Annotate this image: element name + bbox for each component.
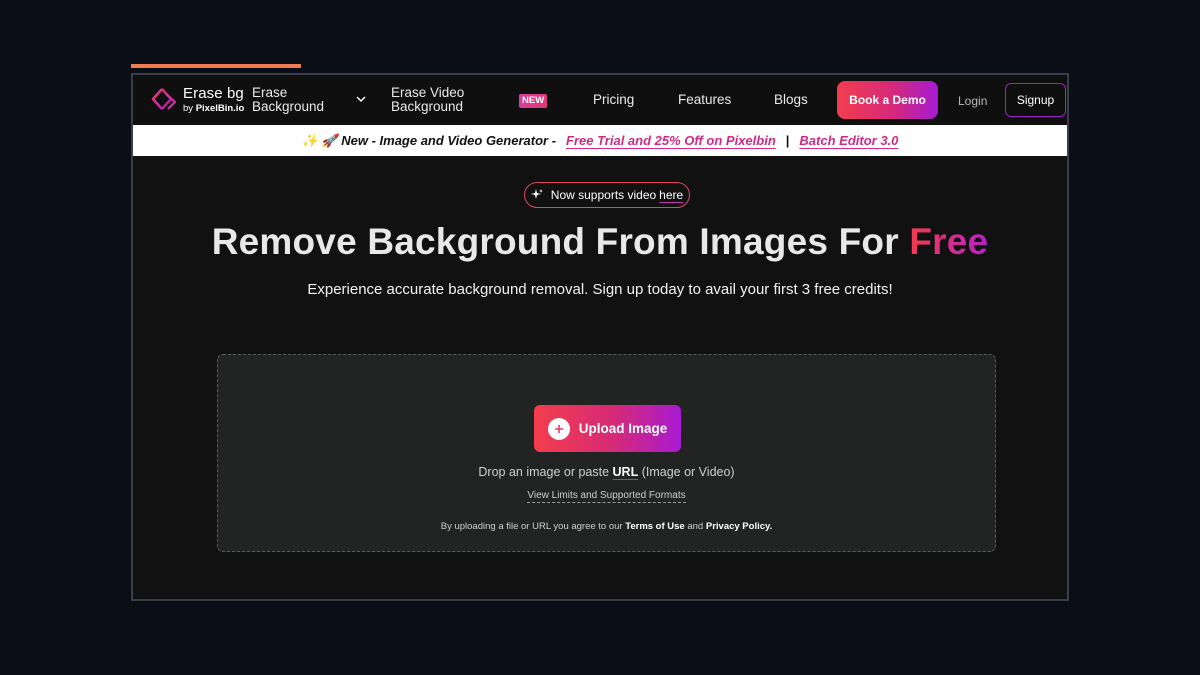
privacy-policy-link[interactable]: Privacy Policy.: [706, 521, 772, 532]
logo-title: Erase bg: [183, 85, 244, 103]
sparkle-icon: [530, 189, 543, 199]
login-link[interactable]: Login: [958, 94, 987, 108]
banner-free-trial-link[interactable]: Free Trial and 25% Off on Pixelbin: [566, 133, 776, 148]
promo-banner: ✨ 🚀 New - Image and Video Generator - Fr…: [133, 125, 1067, 156]
browser-viewport: Erase bg by PixelBin.io Erase Background…: [131, 73, 1069, 601]
erasebg-logo[interactable]: Erase bg by PixelBin.io: [151, 83, 246, 117]
banner-batch-editor-link[interactable]: Batch Editor 3.0: [799, 133, 898, 148]
nav-erase-video-background[interactable]: Erase Video Background: [391, 86, 481, 114]
upload-button-label: Upload Image: [578, 421, 668, 436]
nav-erase-background[interactable]: Erase Background: [252, 86, 332, 114]
chevron-down-icon[interactable]: [355, 93, 367, 105]
signup-button[interactable]: Signup: [1005, 83, 1066, 117]
new-badge: NEW: [519, 94, 548, 108]
drop-instructions: Drop an image or paste URL (Image or Vid…: [478, 465, 735, 479]
terms-notice: By uploading a file or URL you agree to …: [440, 521, 773, 532]
pill-text: Now supports video: [550, 188, 657, 202]
upload-dropzone[interactable]: Upload Image Drop an image or paste URL …: [217, 354, 996, 552]
terms-of-use-link[interactable]: Terms of Use: [625, 521, 684, 532]
hero-subtitle: Experience accurate background removal. …: [307, 281, 893, 298]
logo-subtitle: by PixelBin.io: [183, 103, 245, 115]
nav-features[interactable]: Features: [678, 93, 731, 107]
banner-emoji: ✨ 🚀: [301, 132, 338, 148]
book-demo-button[interactable]: Book a Demo: [837, 81, 938, 119]
page-load-progress-bar: [131, 64, 301, 68]
view-limits-link[interactable]: View Limits and Supported Formats: [527, 490, 686, 503]
banner-prefix: New - Image and Video Generator -: [341, 133, 557, 148]
plus-icon: [547, 417, 570, 440]
page-title: Remove Background From Images For Free: [211, 221, 989, 262]
banner-separator: |: [785, 133, 790, 148]
nav-blogs[interactable]: Blogs: [774, 93, 808, 107]
pill-here-link[interactable]: here: [659, 188, 683, 202]
nav-pricing[interactable]: Pricing: [593, 93, 634, 107]
erasebg-logo-icon: [151, 88, 177, 110]
top-navbar: Erase bg by PixelBin.io Erase Background…: [133, 75, 1067, 125]
upload-image-button[interactable]: Upload Image: [534, 405, 681, 452]
paste-url-link[interactable]: URL: [613, 465, 639, 479]
video-support-pill[interactable]: Now supports video here: [524, 182, 690, 208]
title-highlight: Free: [909, 221, 989, 262]
limits-formats-link-row: View Limits and Supported Formats: [218, 490, 995, 503]
